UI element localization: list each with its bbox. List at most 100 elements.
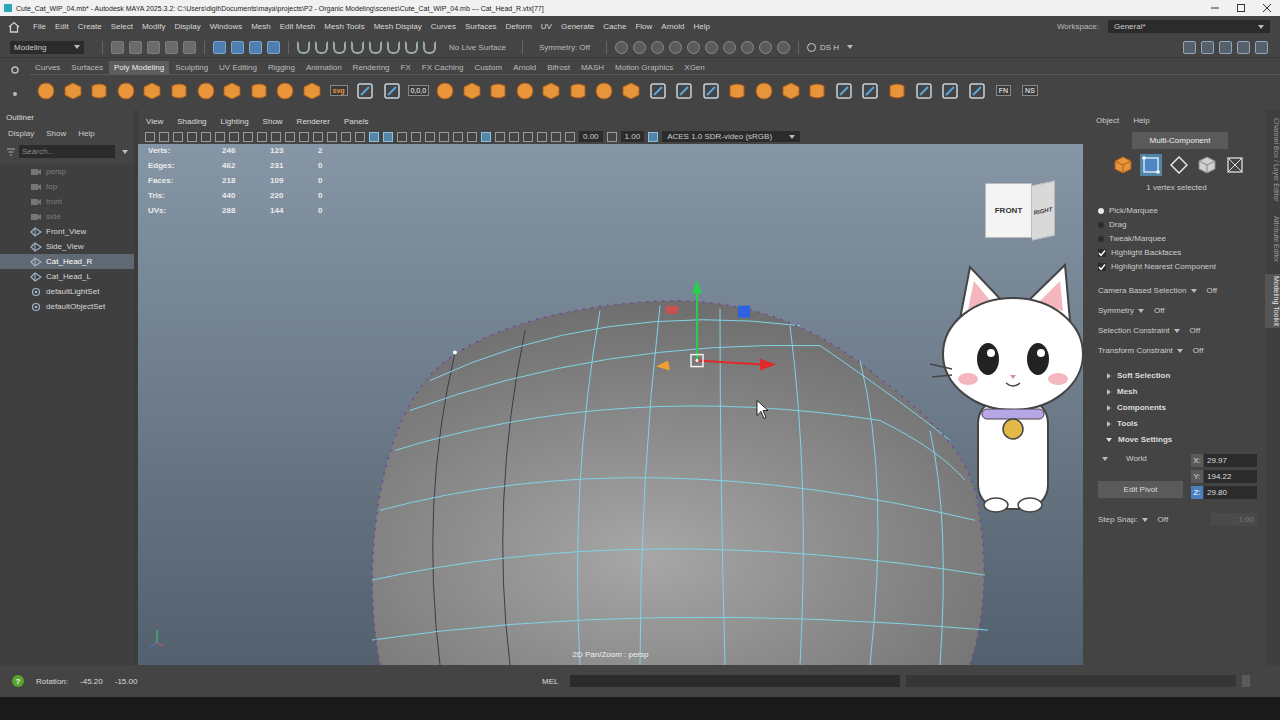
option-dropdown[interactable]: Transform ConstraintOff bbox=[1098, 346, 1263, 355]
viewport-menu-item[interactable]: Panels bbox=[344, 117, 368, 126]
render-tool-icon[interactable] bbox=[723, 41, 736, 54]
menu-item[interactable]: Edit bbox=[55, 22, 69, 31]
render-tool-icon[interactable] bbox=[651, 41, 664, 54]
section-header[interactable]: Soft Selection bbox=[1106, 371, 1263, 380]
viewport-tool-icon[interactable] bbox=[467, 132, 477, 142]
menu-item[interactable]: UV bbox=[541, 22, 552, 31]
menu-item[interactable]: Select bbox=[111, 22, 133, 31]
shelf-tool-button[interactable] bbox=[461, 80, 483, 102]
shelf-tab[interactable]: Motion Graphics bbox=[610, 61, 678, 74]
outliner-item[interactable]: Front_View bbox=[0, 224, 134, 239]
step-snap-amount[interactable]: 1.00 bbox=[1211, 513, 1257, 526]
snap-tool-icon[interactable] bbox=[297, 41, 310, 54]
shelf-tab[interactable]: Curves bbox=[30, 61, 65, 74]
shelf-tab[interactable]: Rigging bbox=[263, 61, 300, 74]
outliner-item[interactable]: Side_View bbox=[0, 239, 134, 254]
command-input[interactable] bbox=[570, 675, 900, 687]
outliner-item[interactable]: top bbox=[0, 179, 134, 194]
selection-mode-radio[interactable]: Tweak/Marquee bbox=[1098, 233, 1263, 244]
viewport-tool-icon[interactable] bbox=[229, 132, 239, 142]
shelf-tab[interactable]: Sculpting bbox=[170, 61, 213, 74]
file-tool-icon[interactable] bbox=[183, 41, 196, 54]
panel-toggle-icon[interactable] bbox=[1237, 41, 1250, 54]
shelf-tool-button[interactable] bbox=[540, 80, 562, 102]
shelf-tool-button[interactable] bbox=[647, 80, 669, 102]
shelf-tab[interactable]: Arnold bbox=[508, 61, 541, 74]
side-tab[interactable]: Attribute Editor bbox=[1265, 214, 1280, 264]
option-dropdown[interactable]: SymmetryOff bbox=[1098, 306, 1263, 315]
viewport-tool-icon[interactable] bbox=[271, 132, 281, 142]
shelf-tool-button[interactable] bbox=[354, 80, 376, 102]
menu-set-dropdown[interactable]: Modeling bbox=[10, 41, 84, 54]
viewport-tool-icon[interactable] bbox=[537, 132, 547, 142]
viewport-tool-icon[interactable] bbox=[313, 132, 323, 142]
outliner-menu-item[interactable]: Help bbox=[78, 129, 94, 138]
view-cube[interactable]: FRONTRIGHT bbox=[985, 183, 1055, 238]
shelf-tool-button[interactable] bbox=[966, 80, 988, 102]
selection-mode-radio[interactable]: Pick/Marquee bbox=[1098, 205, 1263, 216]
component-mode-button[interactable] bbox=[1140, 154, 1162, 176]
panel-toggle-icon[interactable] bbox=[1183, 41, 1196, 54]
edit-pivot-button[interactable]: Edit Pivot bbox=[1098, 481, 1183, 498]
close-button[interactable] bbox=[1254, 0, 1280, 16]
shelf-tool-button[interactable] bbox=[168, 80, 190, 102]
viewport-tool-icon[interactable] bbox=[257, 132, 267, 142]
viewport-tool-icon[interactable] bbox=[187, 132, 197, 142]
menu-item[interactable]: Deform bbox=[506, 22, 532, 31]
search-field[interactable]: Search... bbox=[19, 145, 115, 158]
shelf-tab[interactable]: FX bbox=[396, 61, 416, 74]
shelf-tool-button[interactable] bbox=[859, 80, 881, 102]
axis-label[interactable]: Y: bbox=[1191, 470, 1203, 483]
shelf-tool-button[interactable] bbox=[487, 80, 509, 102]
color-management-icon[interactable] bbox=[648, 132, 658, 142]
viewport-tool-icon[interactable] bbox=[327, 132, 337, 142]
viewport-tool-icon[interactable] bbox=[411, 132, 421, 142]
shelf-tool-button[interactable] bbox=[381, 80, 403, 102]
viewport-tool-icon[interactable] bbox=[439, 132, 449, 142]
viewport-tool-icon[interactable] bbox=[173, 132, 183, 142]
component-mode-button[interactable] bbox=[1168, 154, 1190, 176]
menu-item[interactable]: Create bbox=[78, 22, 102, 31]
shelf-tool-button[interactable] bbox=[780, 80, 802, 102]
select-tool-icon[interactable] bbox=[213, 41, 226, 54]
shelf-tool-button[interactable] bbox=[115, 80, 137, 102]
script-editor-button[interactable] bbox=[1242, 675, 1250, 687]
shelf-tool-button[interactable] bbox=[567, 80, 589, 102]
section-header[interactable]: Tools bbox=[1106, 419, 1263, 428]
shelf-tool-button[interactable]: svg bbox=[328, 80, 350, 102]
shelf-tab[interactable]: Poly Modeling bbox=[109, 61, 169, 74]
snap-tool-icon[interactable] bbox=[315, 41, 328, 54]
toolkit-menu-item[interactable]: Help bbox=[1133, 116, 1149, 125]
side-tab[interactable]: Channel Box / Layer Editor bbox=[1265, 116, 1280, 204]
side-tab[interactable]: Modeling Toolkit bbox=[1265, 274, 1280, 328]
head-mesh[interactable] bbox=[138, 144, 1083, 665]
shelf-tab[interactable]: Animation bbox=[301, 61, 347, 74]
dropdown-icon[interactable] bbox=[1142, 518, 1148, 522]
shelf-tool-button[interactable] bbox=[939, 80, 961, 102]
snap-tool-icon[interactable] bbox=[351, 41, 364, 54]
exposure-icon[interactable] bbox=[565, 132, 575, 142]
shelf-tool-button[interactable] bbox=[141, 80, 163, 102]
shelf-tab[interactable]: Rendering bbox=[348, 61, 395, 74]
coordinate-value[interactable]: 194.22 bbox=[1204, 470, 1257, 483]
shelf-tool-button[interactable] bbox=[673, 80, 695, 102]
shelf-tool-button[interactable]: 0,0,0 bbox=[407, 80, 429, 102]
shelf-tool-button[interactable] bbox=[886, 80, 908, 102]
view-cube-right[interactable]: RIGHT bbox=[1032, 181, 1055, 241]
shelf-tool-button[interactable] bbox=[726, 80, 748, 102]
view-transform-dropdown[interactable]: ACES 1.0 SDR-video (sRGB) bbox=[662, 131, 800, 142]
shelf-menu-icon[interactable] bbox=[10, 89, 20, 99]
section-header[interactable]: Components bbox=[1106, 403, 1263, 412]
shelf-tool-button[interactable]: NS bbox=[1019, 80, 1041, 102]
checkbox-row[interactable]: Highlight Backfaces bbox=[1098, 247, 1263, 258]
viewport-canvas[interactable]: Verts:2461232Edges:4622310Faces:2181090T… bbox=[138, 144, 1083, 665]
axis-label[interactable]: Z: bbox=[1191, 486, 1203, 499]
shelf-tab[interactable]: Bifrost bbox=[542, 61, 575, 74]
viewport-tool-icon[interactable] bbox=[551, 132, 561, 142]
render-tool-icon[interactable] bbox=[741, 41, 754, 54]
checkbox-row[interactable]: Highlight Nearest Component bbox=[1098, 261, 1263, 272]
selection-mode-radio[interactable]: Drag bbox=[1098, 219, 1263, 230]
maximize-button[interactable] bbox=[1228, 0, 1254, 16]
shelf-tool-button[interactable] bbox=[514, 80, 536, 102]
toolkit-menu-item[interactable]: Object bbox=[1096, 116, 1119, 125]
